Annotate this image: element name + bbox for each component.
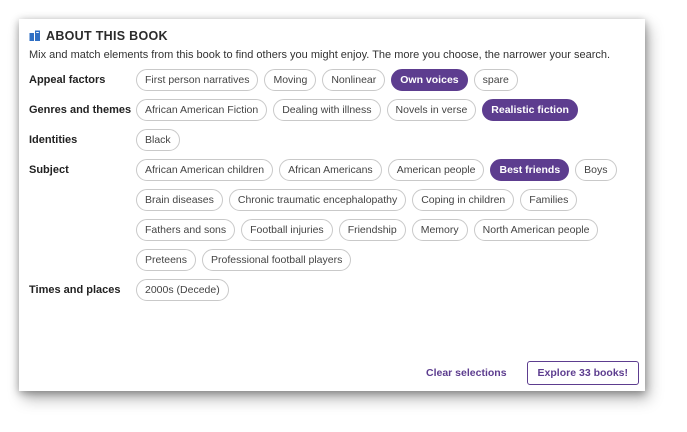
filter-chip[interactable]: Best friends (490, 159, 570, 181)
clear-selections-link[interactable]: Clear selections (426, 367, 507, 379)
explore-books-button[interactable]: Explore 33 books! (526, 361, 639, 385)
filter-chip[interactable]: African American children (136, 159, 274, 181)
filter-chip[interactable]: Moving (264, 69, 317, 91)
section-label: Appeal factors (29, 74, 106, 86)
section-subject: Subject African American children African… (29, 159, 637, 271)
chip-group: African American Fiction Dealing with ill… (136, 99, 626, 121)
filter-chip[interactable]: Families (520, 189, 578, 211)
panel-header: ABOUT THIS BOOK (29, 27, 637, 45)
panel-intro-text: Mix and match elements from this book to… (29, 49, 611, 61)
filter-chip[interactable]: Chronic traumatic encephalopathy (228, 189, 407, 211)
filter-chip[interactable]: Coping in children (412, 189, 515, 211)
chip-group: African American children African America… (136, 159, 626, 271)
chip-group: First person narratives Moving Nonlinear Ow… (136, 69, 626, 91)
section-label: Genres and themes (29, 104, 132, 116)
section-label: Times and places (29, 284, 121, 296)
section-label: Identities (29, 134, 78, 146)
section-identities: Identities Black (29, 129, 637, 151)
filter-chip[interactable]: Dealing with illness (273, 99, 381, 121)
filter-chip[interactable]: American people (387, 159, 485, 181)
filter-chip[interactable]: Brain diseases (136, 189, 223, 211)
book-icon (29, 30, 40, 41)
filter-chip[interactable]: First person narratives (136, 69, 259, 91)
filter-chip[interactable]: Football injuries (241, 219, 333, 241)
filter-chip[interactable]: African Americans (279, 159, 382, 181)
filter-chip[interactable]: Preteens (136, 249, 197, 271)
filter-chip[interactable]: Fathers and sons (136, 219, 236, 241)
filter-chip[interactable]: African American Fiction (136, 99, 268, 121)
filter-chip[interactable]: Friendship (338, 219, 406, 241)
filter-chip[interactable]: Nonlinear (322, 69, 386, 91)
filter-chip[interactable]: North American people (473, 219, 599, 241)
panel-title: ABOUT THIS BOOK (46, 29, 168, 43)
section-appeal-factors: Appeal factors First person narratives Mo… (29, 69, 637, 91)
filter-chip[interactable]: Professional football players (202, 249, 352, 271)
filter-chip[interactable]: Realistic fiction (482, 99, 578, 121)
filter-chip[interactable]: Own voices (391, 69, 468, 91)
filter-chip[interactable]: Black (136, 129, 180, 151)
filter-chip[interactable]: Novels in verse (386, 99, 477, 121)
filter-chip[interactable]: Boys (575, 159, 617, 181)
chip-group: Black (136, 129, 626, 151)
panel-footer: Clear selections Explore 33 books! (426, 361, 639, 385)
about-this-book-panel: ABOUT THIS BOOK Mix and match elements f… (19, 19, 645, 391)
filter-chip[interactable]: 2000s (Decede) (136, 279, 229, 301)
section-genres-and-themes: Genres and themes African American Ficti… (29, 99, 637, 121)
filter-chip[interactable]: spare (473, 69, 518, 91)
section-label: Subject (29, 164, 69, 176)
filter-chip[interactable]: Memory (411, 219, 468, 241)
chip-group: 2000s (Decede) (136, 279, 626, 301)
section-times-and-places: Times and places 2000s (Decede) (29, 279, 637, 301)
